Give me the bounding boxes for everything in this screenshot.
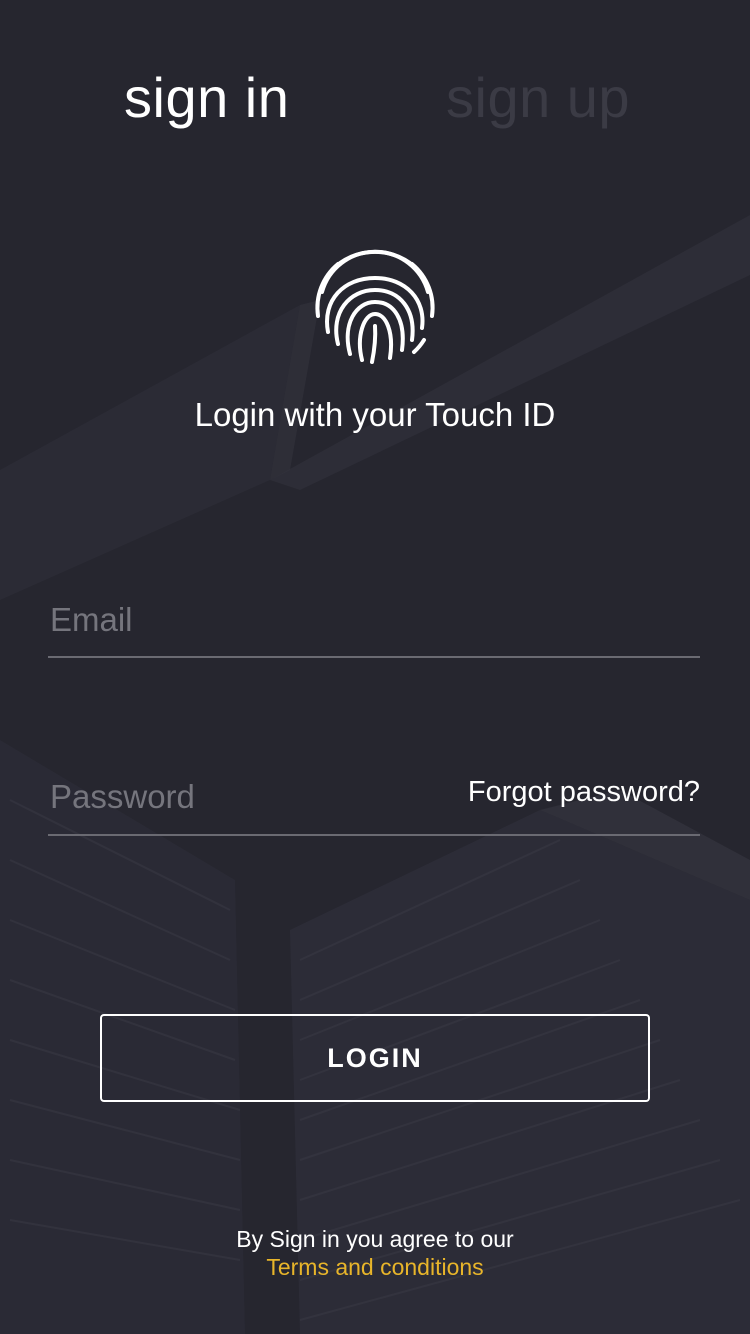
login-button[interactable]: LOGIN (100, 1014, 650, 1102)
forgot-password-link[interactable]: Forgot password? (468, 776, 700, 809)
agreement-text: By Sign in you agree to our (236, 1226, 514, 1252)
terms-link[interactable]: Terms and conditions (0, 1254, 750, 1281)
email-input[interactable] (48, 598, 700, 642)
email-field (48, 598, 700, 658)
fingerprint-icon[interactable] (312, 240, 438, 366)
tab-sign-up[interactable]: sign up (446, 62, 630, 134)
touch-id-label: Login with your Touch ID (194, 396, 556, 433)
background-buildings (0, 215, 750, 1334)
password-input[interactable] (48, 772, 448, 822)
auth-tabs: sign in sign up (0, 62, 750, 142)
password-field: Forgot password? (48, 772, 700, 836)
tab-sign-in[interactable]: sign in (124, 62, 289, 134)
